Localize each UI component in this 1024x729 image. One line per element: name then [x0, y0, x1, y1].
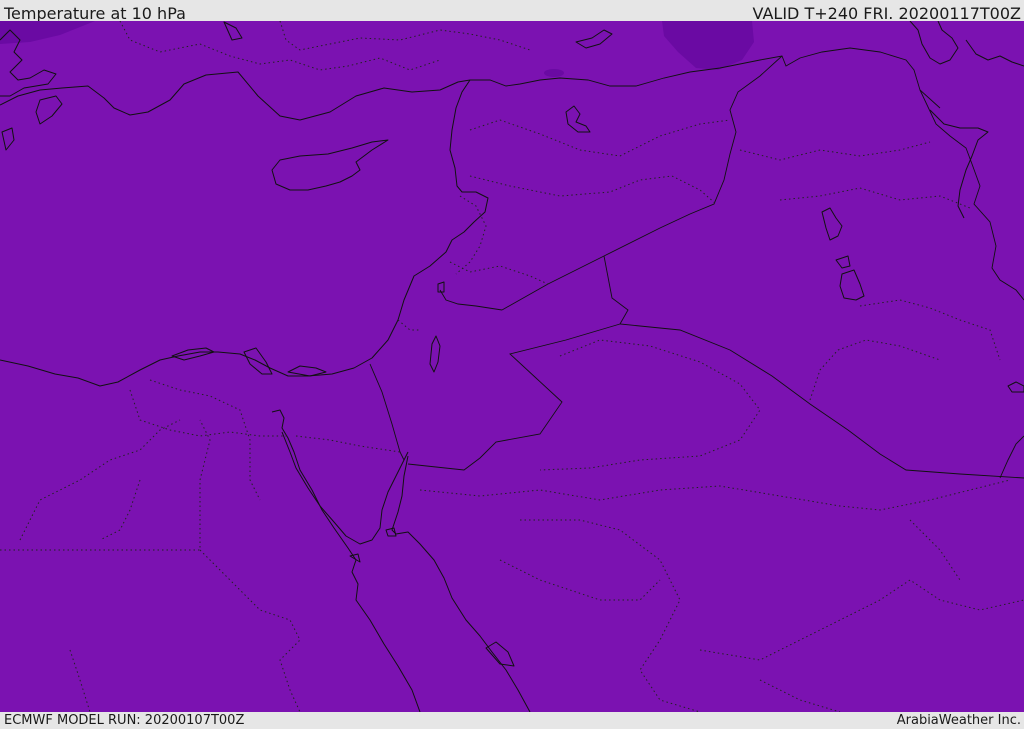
cold-patch-small: [544, 69, 564, 77]
header-bar: Temperature at 10 hPa VALID T+240 FRI. 2…: [0, 0, 1024, 23]
map-canvas: [0, 21, 1024, 712]
provider-label: ArabiaWeather Inc.: [896, 713, 1021, 728]
temperature-map: [0, 21, 1024, 712]
footer-bar: ECMWF MODEL RUN: 20200107T00Z ArabiaWeat…: [0, 712, 1024, 729]
temperature-field: [0, 21, 1024, 712]
model-run-label: ECMWF MODEL RUN: 20200107T00Z: [4, 713, 245, 728]
